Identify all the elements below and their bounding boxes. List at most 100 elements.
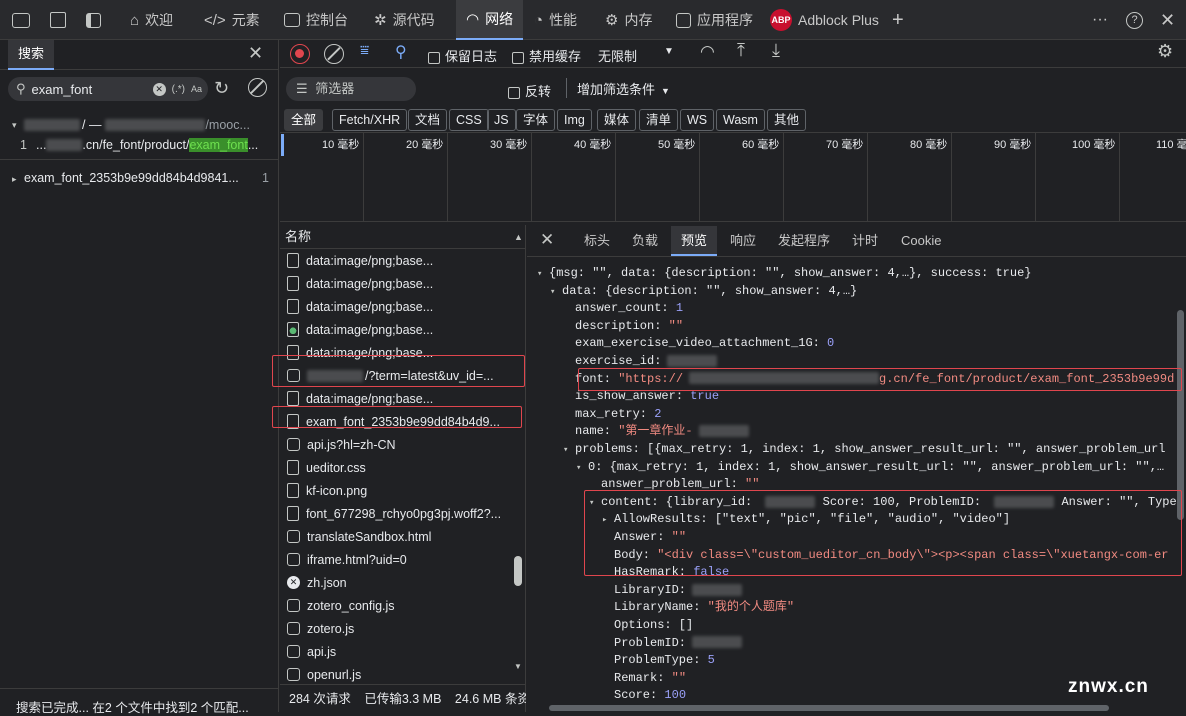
request-row[interactable]: zotero_config.js: [281, 594, 511, 617]
import-har-icon[interactable]: ⤒: [737, 40, 745, 61]
search-network-icon[interactable]: ⚲: [395, 42, 407, 62]
tab-response[interactable]: 响应: [730, 226, 756, 256]
json-line[interactable]: exam_exercise_video_attachment_1G: 0: [575, 335, 834, 352]
json-line[interactable]: is_show_answer: true: [575, 388, 719, 405]
preview-pane[interactable]: ▾ {msg: "", data: {description: "", show_…: [527, 258, 1186, 712]
dock-side-icon[interactable]: [86, 0, 101, 40]
help-icon[interactable]: ?: [1126, 0, 1143, 40]
match-case-toggle[interactable]: Aa: [191, 84, 202, 94]
json-line[interactable]: name: "第一章作业-: [575, 423, 749, 440]
filter-toggle-icon[interactable]: ⩸: [360, 42, 369, 59]
filter-type-ws[interactable]: WS: [680, 109, 715, 131]
tab-initiator[interactable]: 发起程序: [778, 226, 830, 256]
json-line[interactable]: ▾ content: {library_id: Score: 100, Probl…: [589, 494, 1177, 511]
json-line[interactable]: ▾ data: {description: "", show_answer: 4,…: [550, 283, 857, 300]
tab-preview[interactable]: 预览: [671, 226, 718, 256]
filter-type-js[interactable]: JS: [487, 109, 516, 131]
scrollbar-thumb[interactable]: [1177, 310, 1184, 520]
request-row[interactable]: data:image/png;base...: [281, 272, 511, 295]
record-button[interactable]: [290, 44, 310, 64]
tab-performance[interactable]: ◔ 性能: [534, 0, 577, 40]
filter-type-doc[interactable]: 文档: [408, 109, 448, 131]
preserve-log-checkbox[interactable]: 保留日志: [428, 46, 497, 65]
json-line[interactable]: ProblemType: 5: [614, 652, 715, 669]
request-row[interactable]: exam_font_2353b9e99dd84b4d9...: [281, 410, 511, 433]
close-devtools-icon[interactable]: ✕: [1160, 0, 1175, 40]
tab-payload[interactable]: 负载: [632, 226, 658, 256]
request-row[interactable]: zotero.js: [281, 617, 511, 640]
filter-type-all[interactable]: 全部: [284, 109, 324, 131]
request-row[interactable]: data:image/png;base...: [281, 295, 511, 318]
search-result-match[interactable]: 1 ... .cn/fe_font/product/ exam_font ...: [0, 135, 279, 155]
json-line[interactable]: LibraryID:: [614, 582, 743, 599]
scroll-down-arrow-icon[interactable]: ▼: [514, 662, 522, 671]
json-line[interactable]: HasRemark: false: [614, 564, 729, 581]
disable-cache-checkbox[interactable]: 禁用缓存: [512, 46, 581, 65]
filter-type-manifest[interactable]: 清单: [639, 109, 679, 131]
json-line[interactable]: ▸ AllowResults: ["text", "pic", "file", "…: [602, 511, 1010, 528]
close-detail-icon[interactable]: ✕: [540, 230, 554, 250]
json-line[interactable]: LibraryName: "我的个人题库": [614, 599, 794, 616]
search-result-file[interactable]: ▸ exam_font_2353b9e99dd84b4d9841... 1: [0, 168, 279, 188]
more-options-icon[interactable]: ···: [1092, 0, 1108, 40]
json-line[interactable]: Remark: "": [614, 670, 686, 687]
clear-search-icon[interactable]: ✕: [152, 82, 166, 96]
clear-log-icon[interactable]: [324, 44, 344, 64]
filter-input[interactable]: ☰ 筛选器: [286, 77, 416, 101]
regex-toggle[interactable]: (.*): [172, 84, 185, 95]
json-line[interactable]: Score: 100: [614, 687, 686, 704]
filter-type-media[interactable]: 媒体: [597, 109, 637, 131]
tab-headers[interactable]: 标头: [584, 226, 610, 256]
filter-type-wasm[interactable]: Wasm: [716, 109, 765, 131]
request-row[interactable]: kf-icon.png: [281, 479, 511, 502]
close-search-icon[interactable]: ✕: [248, 43, 263, 64]
json-line[interactable]: ▾ {msg: "", data: {description: "", show_…: [537, 265, 1031, 282]
tab-elements[interactable]: </> 元素: [204, 0, 260, 40]
json-line[interactable]: answer_problem_url: "": [601, 476, 759, 493]
clear-results-icon[interactable]: [248, 78, 267, 97]
scrollbar-thumb[interactable]: [514, 556, 522, 586]
json-line[interactable]: Answer: "": [614, 529, 686, 546]
json-line[interactable]: max_retry: 2: [575, 406, 661, 423]
request-row[interactable]: /?term=latest&uv_id=...: [281, 364, 511, 387]
search-input[interactable]: ⚲ exam_font ✕ (.*) Aa: [8, 77, 208, 101]
json-line[interactable]: description: "": [575, 318, 683, 335]
network-settings-icon[interactable]: ⚙: [1157, 41, 1173, 62]
more-filters-dropdown[interactable]: 增加筛选条件 ▼: [577, 79, 670, 98]
search-result-file[interactable]: ▾ / — /mooc...: [0, 115, 279, 135]
tab-network[interactable]: ◠ 网络: [456, 0, 524, 40]
column-header-name[interactable]: 名称 ▲: [280, 225, 526, 249]
export-har-icon[interactable]: ⤓: [772, 40, 780, 61]
json-line[interactable]: ▾ problems: [{max_retry: 1, index: 1, sho…: [563, 441, 1166, 458]
request-row[interactable]: ueditor.css: [281, 456, 511, 479]
json-line[interactable]: Options: []: [614, 617, 693, 634]
tab-sources[interactable]: ✲ 源代码: [374, 0, 435, 40]
device-toolbar-icon[interactable]: [50, 0, 66, 40]
request-list-scrollbar[interactable]: ▼: [513, 250, 525, 675]
request-row[interactable]: api.js?hl=zh-CN: [281, 433, 511, 456]
request-row[interactable]: translateSandbox.html: [281, 525, 511, 548]
scrollbar-thumb[interactable]: [549, 705, 1109, 711]
tab-adblock[interactable]: ABP Adblock Plus: [770, 0, 879, 40]
tab-search[interactable]: 搜索: [8, 40, 55, 70]
request-row[interactable]: font_677298_rchyo0pg3pj.woff2?...: [281, 502, 511, 525]
request-row[interactable]: iframe.html?uid=0: [281, 548, 511, 571]
json-line[interactable]: exercise_id:: [575, 353, 718, 370]
request-row[interactable]: api.js: [281, 640, 511, 663]
filter-type-img[interactable]: Img: [557, 109, 592, 131]
tab-timing[interactable]: 计时: [852, 226, 878, 256]
filter-type-fetch-xhr[interactable]: Fetch/XHR: [332, 109, 408, 131]
request-row[interactable]: data:image/png;base...: [281, 249, 511, 272]
tab-memory[interactable]: ⚙ 内存: [605, 0, 652, 40]
filter-type-font[interactable]: 字体: [516, 109, 556, 131]
request-row[interactable]: data:image/png;base...: [281, 387, 511, 410]
request-row[interactable]: ✕ zh.json: [281, 571, 511, 594]
request-row[interactable]: openurl.js: [281, 663, 511, 686]
tab-console[interactable]: 控制台: [284, 0, 348, 40]
tab-welcome[interactable]: ⌂ 欢迎: [130, 0, 173, 40]
add-tab-icon[interactable]: +: [892, 0, 904, 40]
json-line[interactable]: answer_count: 1: [575, 300, 683, 317]
json-line[interactable]: ▾ 0: {max_retry: 1, index: 1, show_answer…: [576, 459, 1164, 476]
json-line[interactable]: Body: "<div class=\"custom_ueditor_cn_bo…: [614, 547, 1169, 564]
refresh-icon[interactable]: ↻: [214, 78, 229, 99]
